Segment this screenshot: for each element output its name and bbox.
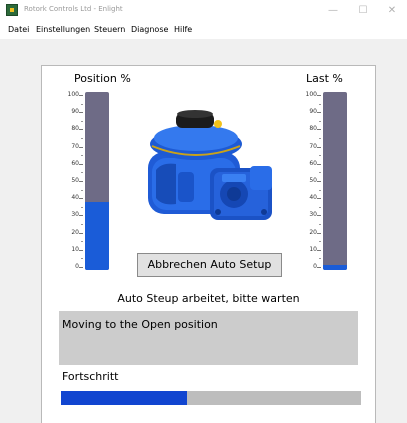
load-scale-label: 60 <box>309 159 317 167</box>
position-scale-minor-tick <box>81 172 83 174</box>
load-scale-minor-tick <box>319 258 321 260</box>
load-scale-minor-tick <box>319 189 321 191</box>
position-scale-tick <box>79 112 83 114</box>
load-scale-tick <box>317 181 321 182</box>
status-text: Auto Steup arbeitet, bitte warten <box>117 292 300 305</box>
position-scale-minor-tick <box>81 189 83 191</box>
position-scale-tick <box>79 215 83 217</box>
load-scale-label: 30 <box>309 211 317 219</box>
load-scale-minor-tick <box>319 103 321 105</box>
load-scale-tick <box>317 112 321 114</box>
menu-einstellungen[interactable]: Einstellungen <box>36 25 90 34</box>
load-scale-tick <box>317 232 321 234</box>
load-scale-label: 80 <box>309 125 317 133</box>
position-scale-label: 60 <box>71 159 79 167</box>
load-scale-tick <box>317 249 321 251</box>
abort-auto-setup-button[interactable]: Abbrechen Auto Setup <box>137 253 282 277</box>
position-scale-minor-tick <box>81 224 83 225</box>
position-scale-label: 90 <box>71 108 79 116</box>
position-scale-tick <box>79 232 83 234</box>
load-scale-label: 100 <box>305 91 317 98</box>
message-box: Moving to the Open position <box>59 311 358 365</box>
position-scale-label: 70 <box>71 142 79 150</box>
position-scale-label: 30 <box>71 211 79 219</box>
position-gauge-title: Position % <box>74 72 131 85</box>
load-bar-fill <box>323 264 347 270</box>
load-scale-minor-tick <box>319 155 321 157</box>
position-bar <box>85 92 109 270</box>
maximize-button[interactable]: ☐ <box>348 0 378 21</box>
position-scale-tick <box>79 146 83 148</box>
load-scale-minor-tick <box>319 241 321 243</box>
progress-bar-fill <box>61 391 187 405</box>
load-scale-tick <box>317 267 321 268</box>
title-bar: Rotork Controls Ltd - Enlight — ☐ ✕ <box>0 0 407 21</box>
close-button[interactable]: ✕ <box>377 0 407 21</box>
position-scale-tick <box>79 181 83 182</box>
position-scale-label: 20 <box>71 228 79 236</box>
position-scale-minor-tick <box>81 155 83 157</box>
position-scale-label: 40 <box>71 194 79 202</box>
load-scale-tick <box>317 95 321 96</box>
load-bar <box>323 92 347 270</box>
load-scale-label: 70 <box>309 142 317 150</box>
load-scale-minor-tick <box>319 206 321 208</box>
load-scale-minor-tick <box>319 224 321 225</box>
position-scale: 100 90 80 70 60 50 40 30 20 10 0 <box>61 91 83 270</box>
load-scale-label: 90 <box>309 108 317 116</box>
load-scale-label: 50 <box>309 177 317 184</box>
menu-bar: Datei Einstellungen Steuern Diagnose Hil… <box>0 21 407 39</box>
load-scale-tick <box>317 198 321 200</box>
menu-diagnose[interactable]: Diagnose <box>131 25 168 34</box>
position-scale-label: 80 <box>71 125 79 133</box>
minimize-button[interactable]: — <box>318 0 348 21</box>
rotork-actuator-image <box>148 110 272 220</box>
load-scale-minor-tick <box>319 172 321 174</box>
menu-hilfe[interactable]: Hilfe <box>174 25 192 34</box>
load-scale-label: 40 <box>309 194 317 202</box>
position-scale-label: 100 <box>67 91 79 98</box>
window-title: Rotork Controls Ltd - Enlight <box>24 5 123 13</box>
position-scale-tick <box>79 267 83 268</box>
load-scale-tick <box>317 163 321 165</box>
position-scale-minor-tick <box>81 138 83 139</box>
position-scale-minor-tick <box>81 241 83 243</box>
load-scale-label: 20 <box>309 228 317 236</box>
load-gauge-title: Last % <box>306 72 343 85</box>
position-bar-fill <box>85 202 109 270</box>
load-scale-tick <box>317 215 321 217</box>
load-scale-tick <box>317 129 321 131</box>
position-scale-tick <box>79 129 83 131</box>
position-scale-minor-tick <box>81 258 83 260</box>
position-scale-tick <box>79 95 83 96</box>
load-scale: 100 90 80 70 60 50 40 30 20 10 0 <box>299 91 321 270</box>
progress-bar <box>61 391 361 405</box>
position-scale-label: 10 <box>71 245 79 253</box>
menu-steuern[interactable]: Steuern <box>94 25 125 34</box>
progress-label: Fortschritt <box>62 370 119 383</box>
position-scale-minor-tick <box>81 103 83 105</box>
position-scale-tick <box>79 249 83 251</box>
position-scale-minor-tick <box>81 120 83 122</box>
position-scale-tick <box>79 198 83 200</box>
menu-datei[interactable]: Datei <box>8 25 29 34</box>
rotork-app-icon <box>6 4 18 16</box>
load-scale-label: 10 <box>309 245 317 253</box>
load-scale-minor-tick <box>319 138 321 139</box>
load-scale-minor-tick <box>319 120 321 122</box>
position-scale-minor-tick <box>81 206 83 208</box>
position-scale-tick <box>79 163 83 165</box>
load-scale-tick <box>317 146 321 148</box>
position-scale-label: 50 <box>71 177 79 184</box>
